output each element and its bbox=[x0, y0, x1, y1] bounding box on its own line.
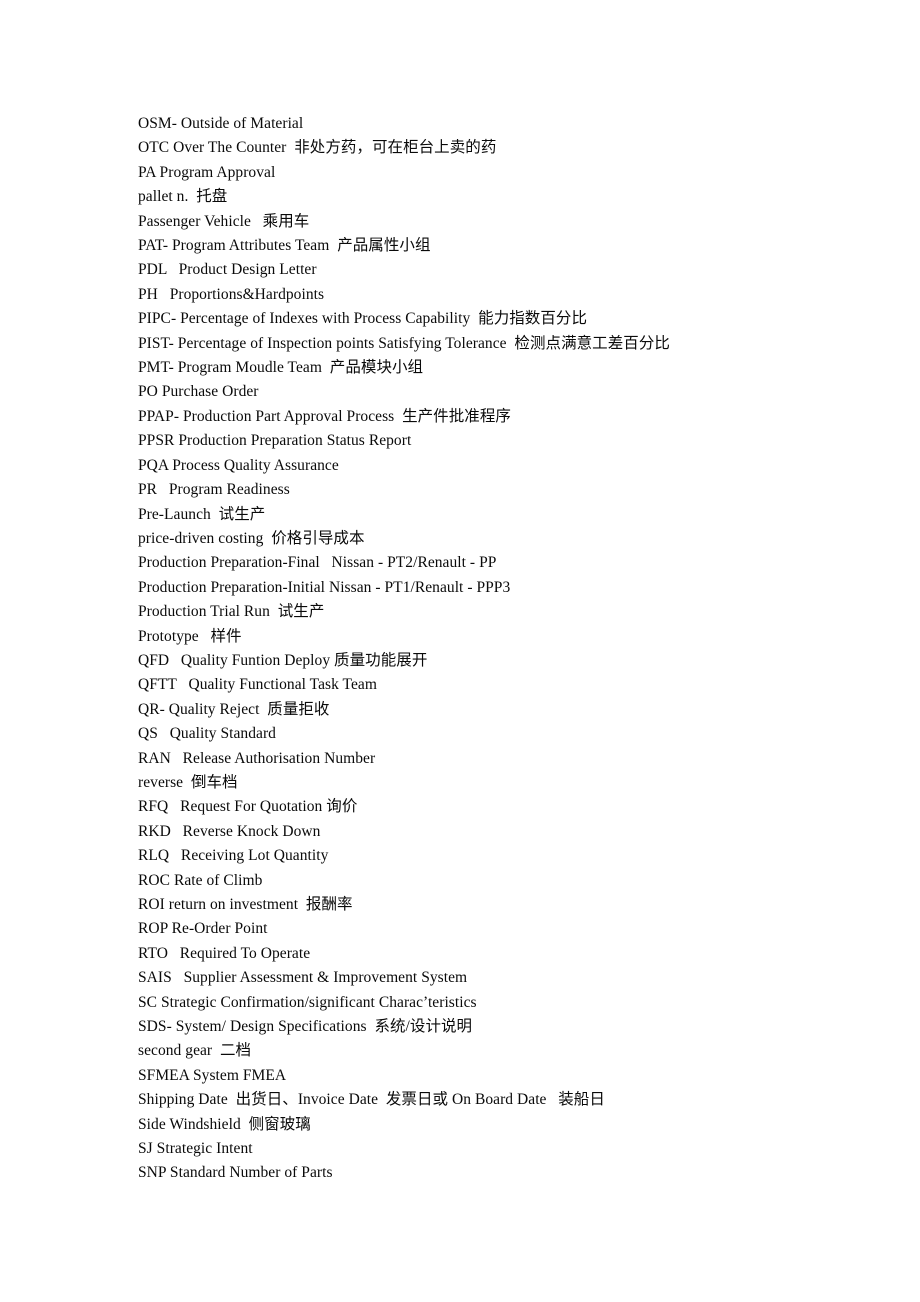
glossary-entry: Side Windshield 侧窗玻璃 bbox=[138, 1115, 311, 1133]
glossary-entry: SNP Standard Number of Parts bbox=[138, 1164, 333, 1182]
glossary-entry: SAIS Supplier Assessment & Improvement S… bbox=[138, 969, 468, 987]
glossary-entry: Prototype 样件 bbox=[138, 627, 242, 645]
glossary-entry: SDS- System/ Design Specifications 系统/设计… bbox=[138, 1018, 473, 1036]
glossary-entry: Passenger Vehicle 乘用车 bbox=[138, 212, 310, 230]
glossary-entry: PDL Product Design Letter bbox=[138, 261, 317, 279]
glossary-entry: SFMEA System FMEA bbox=[138, 1066, 287, 1084]
glossary-entry: PIPC- Percentage of Indexes with Process… bbox=[138, 310, 587, 328]
glossary-entry: PA Program Approval bbox=[138, 163, 276, 181]
glossary-entry: PR Program Readiness bbox=[138, 481, 290, 499]
glossary-entry: RFQ Request For Quotation 询价 bbox=[138, 798, 358, 816]
glossary-text-block: OSM- Outside of Material OTC Over The Cou… bbox=[138, 112, 778, 1186]
glossary-entry: RKD Reverse Knock Down bbox=[138, 822, 321, 840]
glossary-entry: OSM- Outside of Material bbox=[138, 115, 304, 132]
glossary-entry: Production Preparation-Final Nissan - PT… bbox=[138, 554, 497, 572]
glossary-entry: reverse 倒车档 bbox=[138, 773, 238, 791]
glossary-entry: second gear 二档 bbox=[138, 1042, 252, 1060]
glossary-entry: RTO Required To Operate bbox=[138, 944, 311, 962]
glossary-entry: QR- Quality Reject 质量拒收 bbox=[138, 700, 330, 718]
glossary-entry: price-driven costing 价格引导成本 bbox=[138, 529, 365, 547]
glossary-entry: Shipping Date 出货日、Invoice Date 发票日或 On B… bbox=[138, 1091, 605, 1109]
glossary-entry: PO Purchase Order bbox=[138, 383, 259, 401]
glossary-entry: PMT- Program Moudle Team 产品模块小组 bbox=[138, 359, 424, 377]
glossary-entry: QFTT Quality Functional Task Team bbox=[138, 676, 377, 694]
glossary-entry: PQA Process Quality Assurance bbox=[138, 456, 339, 474]
glossary-entry: SJ Strategic Intent bbox=[138, 1140, 253, 1158]
glossary-entry: Production Preparation-Initial Nissan - … bbox=[138, 578, 511, 596]
glossary-entry: RLQ Receiving Lot Quantity bbox=[138, 847, 329, 865]
glossary-entry: PPAP- Production Part Approval Process 生… bbox=[138, 407, 511, 425]
glossary-entry: ROC Rate of Climb bbox=[138, 871, 263, 889]
glossary-entry: PAT- Program Attributes Team 产品属性小组 bbox=[138, 237, 431, 255]
glossary-entry: OTC Over The Counter 非处方药，可在柜台上卖的药 bbox=[138, 139, 497, 157]
glossary-entry: SC Strategic Confirmation/significant Ch… bbox=[138, 993, 477, 1011]
glossary-entry: PIST- Percentage of Inspection points Sa… bbox=[138, 334, 670, 352]
glossary-entry: RAN Release Authorisation Number bbox=[138, 749, 376, 767]
glossary-entry: Pre-Launch 试生产 bbox=[138, 505, 266, 523]
glossary-entry: pallet n. 托盘 bbox=[138, 188, 228, 206]
glossary-entry: ROP Re-Order Point bbox=[138, 920, 268, 938]
glossary-entry: ROI return on investment 报酬率 bbox=[138, 896, 353, 913]
glossary-entry: Production Trial Run 试生产 bbox=[138, 603, 325, 621]
glossary-entry: QFD Quality Funtion Deploy 质量功能展开 bbox=[138, 651, 428, 669]
document-page: OSM- Outside of Material OTC Over The Cou… bbox=[0, 0, 920, 1302]
glossary-entry: PPSR Production Preparation Status Repor… bbox=[138, 432, 412, 450]
glossary-entry: QS Quality Standard bbox=[138, 725, 276, 743]
glossary-entry: PH Proportions&Hardpoints bbox=[138, 285, 325, 303]
